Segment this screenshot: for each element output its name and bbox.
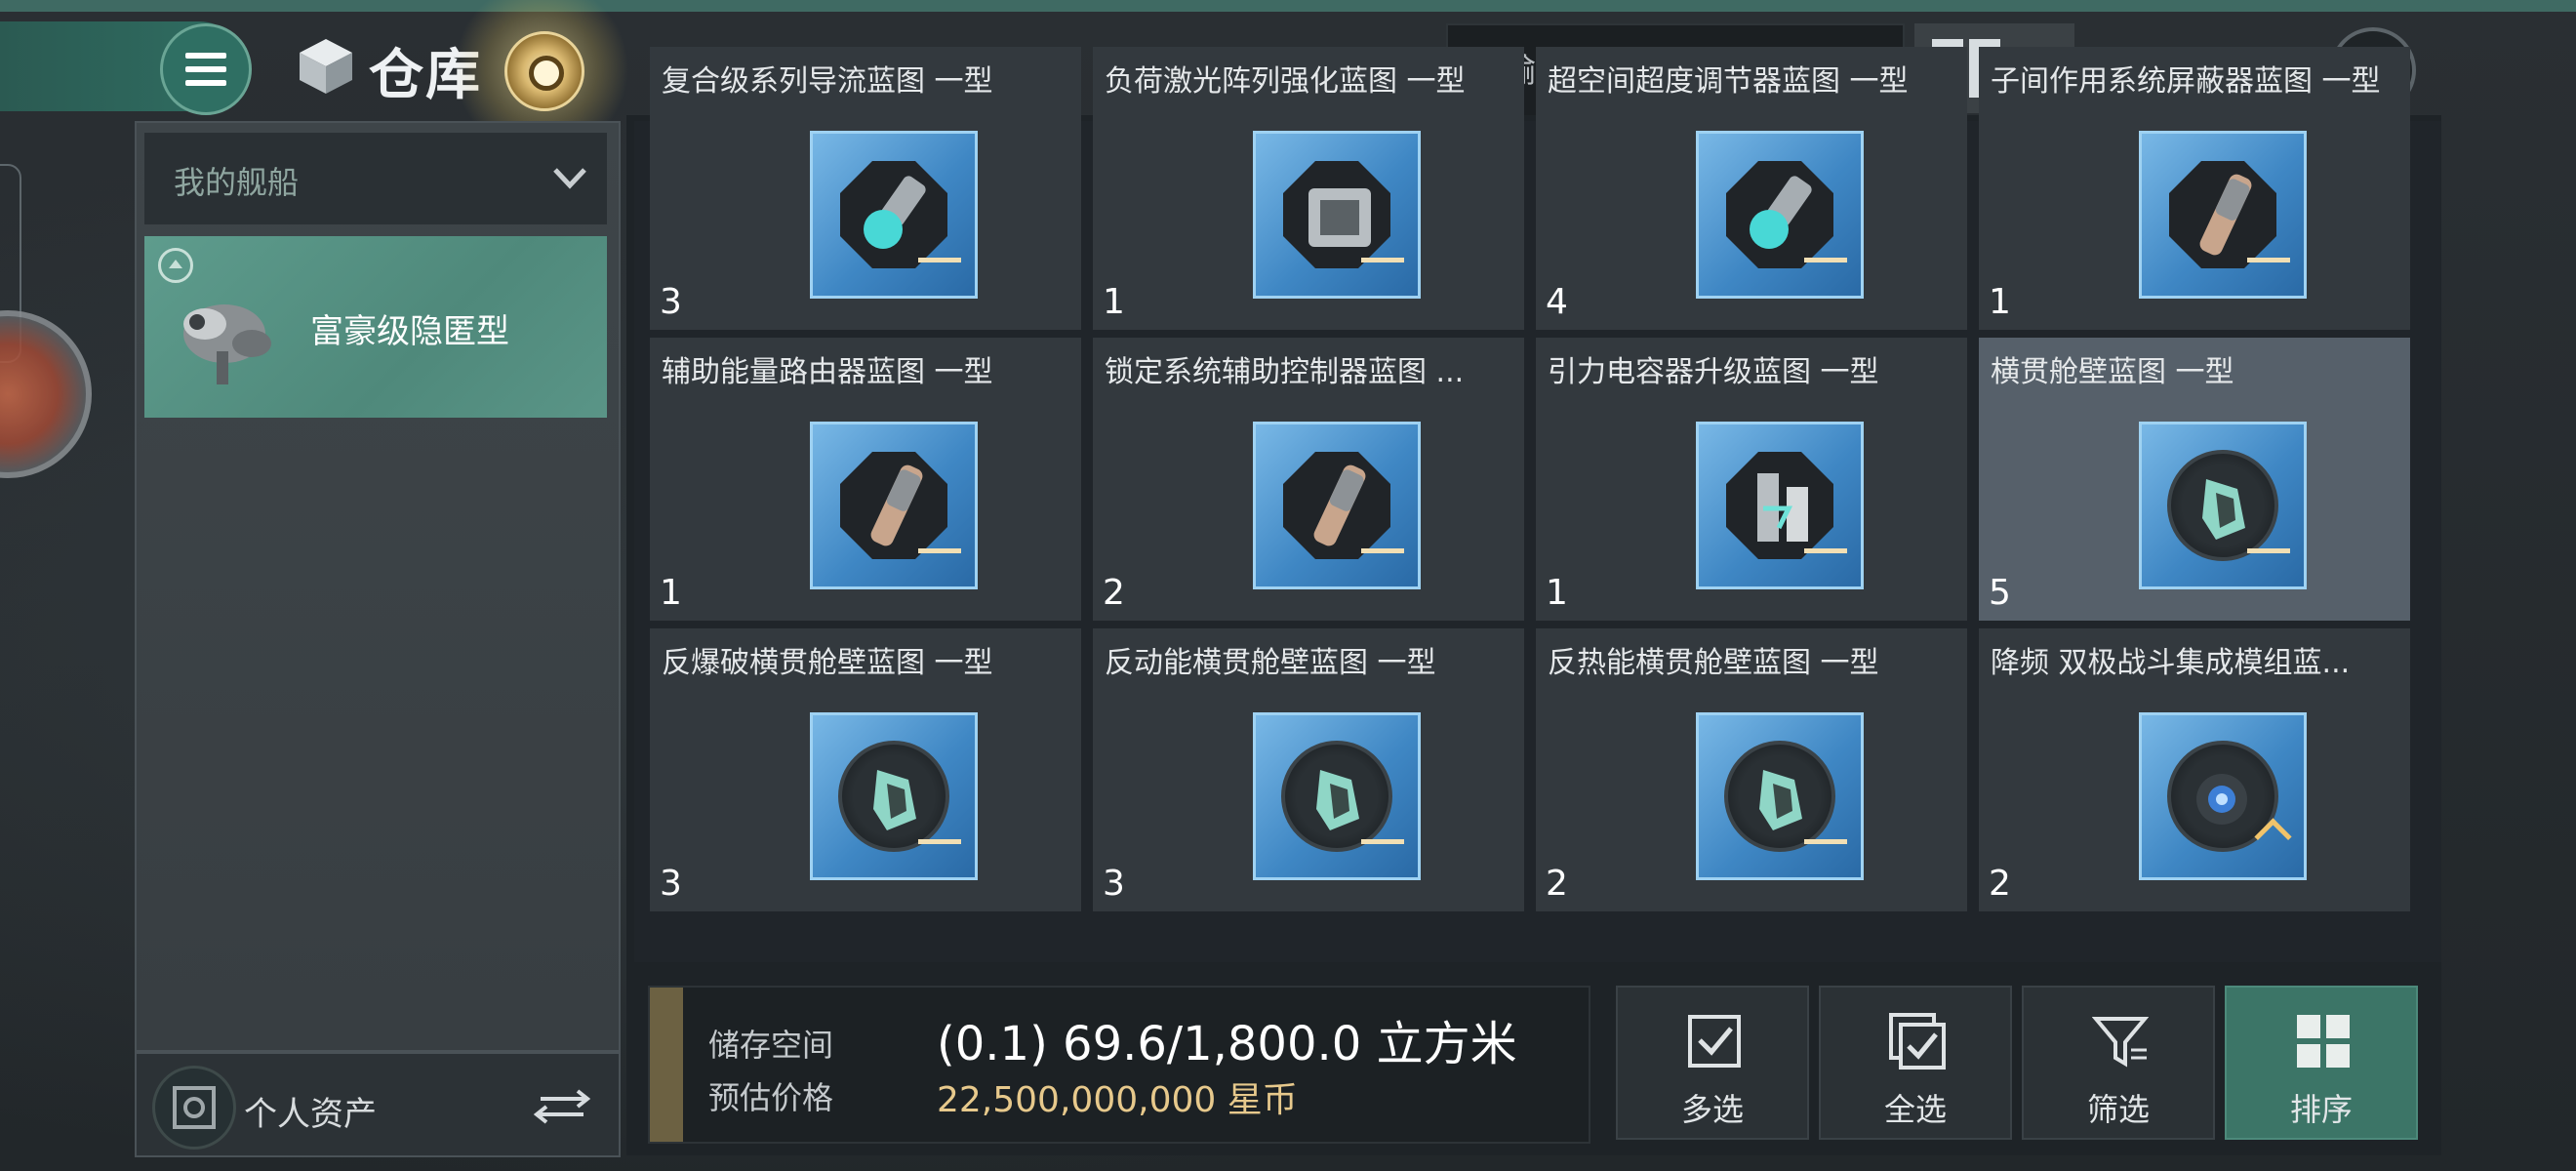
- select-all-label: 全选: [1883, 1091, 1947, 1128]
- personal-assets-bar[interactable]: 个人资产: [135, 1052, 621, 1157]
- item-card[interactable]: 反热能横贯舱壁蓝图 一型 2: [1536, 628, 1967, 911]
- item-name: 反热能横贯舱壁蓝图 一型: [1548, 646, 1879, 680]
- filter-icon: [2092, 1017, 2149, 1068]
- ship-panel: 我的舰船 富豪级隐匿型: [135, 121, 621, 1052]
- item-card[interactable]: 辅助能量路由器蓝图 一型 1: [650, 338, 1081, 621]
- storage-label: 储存空间: [708, 1027, 834, 1064]
- item-tile: [810, 712, 978, 880]
- item-quantity: 2: [1103, 573, 1125, 613]
- item-quantity: 1: [1989, 282, 2011, 322]
- capacitor-icon: [1757, 473, 1808, 542]
- item-tile: [2139, 131, 2307, 299]
- price-label: 预估价格: [708, 1079, 834, 1116]
- item-card[interactable]: 负荷激光阵列强化蓝图 一型 1: [1093, 47, 1524, 330]
- price-value: 22,500,000,000 星币: [937, 1080, 1298, 1120]
- transfer-icon[interactable]: [531, 1087, 593, 1126]
- item-quantity: 1: [660, 573, 682, 613]
- item-tile: [1696, 422, 1864, 589]
- item-name: 超空间超度调节器蓝图 一型: [1548, 64, 1909, 99]
- item-card[interactable]: 反爆破横贯舱壁蓝图 一型 3: [650, 628, 1081, 911]
- warehouse-cube-icon: [300, 39, 352, 94]
- item-name: 辅助能量路由器蓝图 一型: [662, 355, 993, 389]
- ship-upgrade-icon: [158, 248, 193, 283]
- filter-label: 筛选: [2086, 1091, 2150, 1128]
- item-tile: [1253, 422, 1421, 589]
- item-name: 横贯舱壁蓝图 一型: [1991, 355, 2234, 389]
- select-all-icon: [1889, 1013, 1946, 1070]
- bulkhead-icon: [873, 770, 916, 830]
- item-name: 反动能横贯舱壁蓝图 一型: [1105, 646, 1436, 680]
- storage-value: (0.1) 69.6/1,800.0 立方米: [937, 1017, 1517, 1071]
- currency-coin-icon[interactable]: [504, 31, 584, 111]
- multi-select-button[interactable]: 多选: [1616, 986, 1809, 1140]
- armor-box-icon: [1308, 188, 1371, 247]
- item-name: 反爆破横贯舱壁蓝图 一型: [662, 646, 993, 680]
- ship-dropdown-label: 我的舰船: [174, 164, 300, 201]
- item-card[interactable]: 反动能横贯舱壁蓝图 一型 3: [1093, 628, 1524, 911]
- item-card[interactable]: 超空间超度调节器蓝图 一型 4: [1536, 47, 1967, 330]
- ship-thumbnail-icon: [183, 304, 271, 384]
- bulkhead-icon: [1759, 770, 1802, 830]
- item-tile: [1253, 131, 1421, 299]
- cylinder-lens-icon: [864, 176, 926, 249]
- item-tile: [810, 131, 978, 299]
- menu-button[interactable]: [160, 23, 252, 115]
- item-quantity: 1: [1546, 573, 1568, 613]
- item-quantity: 1: [1103, 282, 1125, 322]
- item-tile: [1696, 131, 1864, 299]
- sort-button[interactable]: 排序: [2225, 986, 2418, 1140]
- storage-accent-bar: [650, 988, 683, 1142]
- canister-icon: [870, 464, 923, 546]
- item-name: 引力电容器升级蓝图 一型: [1548, 355, 1879, 389]
- item-card[interactable]: 复合级系列导流蓝图 一型 3: [650, 47, 1081, 330]
- item-name: 子间作用系统屏蔽器蓝图 一型: [1991, 64, 2381, 99]
- item-card[interactable]: 锁定系统辅助控制器蓝图 ... 2: [1093, 338, 1524, 621]
- item-name: 锁定系统辅助控制器蓝图 ...: [1105, 355, 1465, 389]
- checkbox-icon: [1688, 1015, 1741, 1068]
- cylinder-lens-icon: [1750, 176, 1812, 249]
- ship-name: 富豪级隐匿型: [310, 312, 509, 351]
- safe-icon: [152, 1066, 236, 1150]
- sort-grid-icon: [2297, 1015, 2350, 1068]
- item-tile: [1696, 712, 1864, 880]
- item-tile: [2139, 712, 2307, 880]
- select-all-button[interactable]: 全选: [1819, 986, 2012, 1140]
- item-quantity: 2: [1546, 864, 1568, 904]
- item-quantity: 3: [660, 282, 682, 322]
- hamburger-icon: [185, 53, 226, 86]
- item-card[interactable]: 降频 双极战斗集成模组蓝... 2: [1979, 628, 2410, 911]
- sort-label: 排序: [2289, 1091, 2353, 1128]
- bulkhead-icon: [2202, 479, 2245, 540]
- item-quantity: 5: [1989, 573, 2011, 613]
- item-quantity: 2: [1989, 864, 2011, 904]
- item-quantity: 4: [1546, 282, 1568, 322]
- item-name: 降频 双极战斗集成模组蓝...: [1991, 646, 2351, 680]
- personal-assets-label: 个人资产: [244, 1095, 377, 1134]
- top-accent-line: [0, 0, 2576, 12]
- filter-button[interactable]: 筛选: [2022, 986, 2215, 1140]
- bulkhead-icon: [1316, 770, 1359, 830]
- canister-icon: [1313, 464, 1366, 546]
- item-quantity: 3: [660, 864, 682, 904]
- ship-dropdown[interactable]: 我的舰船: [144, 133, 607, 224]
- item-tile: [810, 422, 978, 589]
- multi-select-label: 多选: [1680, 1091, 1744, 1128]
- item-tile: [1253, 712, 1421, 880]
- storage-panel: 储存空间 预估价格 (0.1) 69.6/1,800.0 立方米 22,500,…: [648, 986, 1590, 1144]
- item-name: 负荷激光阵列强化蓝图 一型: [1105, 64, 1466, 99]
- item-card[interactable]: 子间作用系统屏蔽器蓝图 一型 1: [1979, 47, 2410, 330]
- item-name: 复合级系列导流蓝图 一型: [662, 64, 993, 99]
- inventory-grid: 复合级系列导流蓝图 一型 3 负荷激光阵列强化蓝图 一型 1 超空间超度调节器蓝…: [634, 47, 2441, 962]
- item-tile: [2139, 422, 2307, 589]
- item-card[interactable]: 引力电容器升级蓝图 一型 1: [1536, 338, 1967, 621]
- item-quantity: 3: [1103, 864, 1125, 904]
- item-card-selected[interactable]: 横贯舱壁蓝图 一型 5: [1979, 338, 2410, 621]
- chevron-down-icon: [553, 168, 586, 189]
- canister-icon: [2199, 174, 2252, 256]
- ship-list-item[interactable]: 富豪级隐匿型: [144, 236, 607, 418]
